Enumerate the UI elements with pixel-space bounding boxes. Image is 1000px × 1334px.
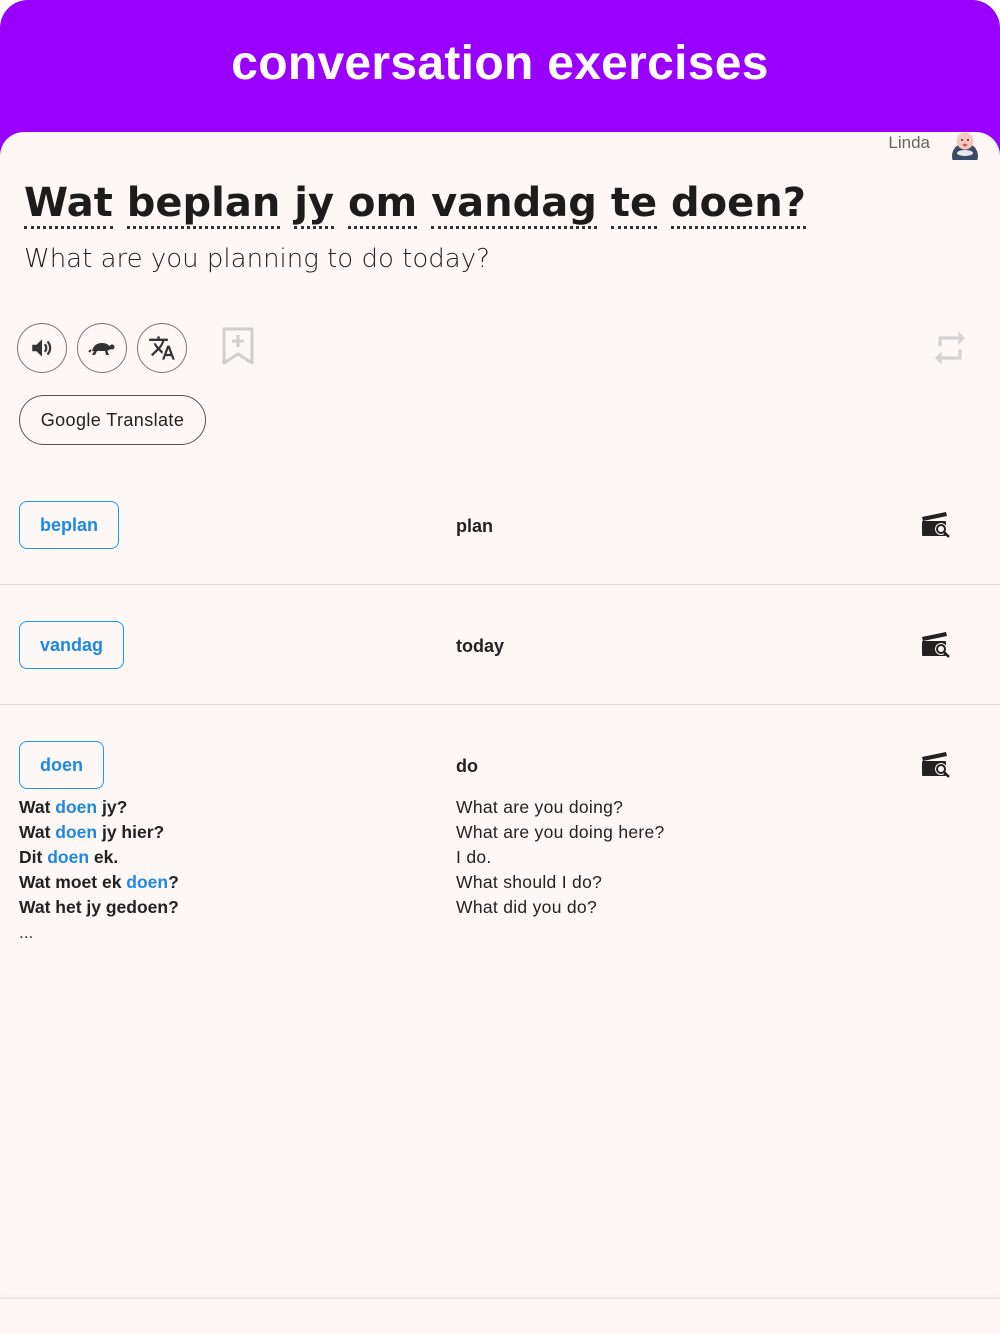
example-translation: I do. <box>456 847 492 867</box>
google-translate-button[interactable]: Google Translate <box>19 395 206 445</box>
page-title: conversation exercises <box>231 36 769 90</box>
example-sentence: Wat moet ek doen? <box>19 872 179 892</box>
sentence-translation: What are you planning to do today? <box>24 244 490 274</box>
video-search-icon[interactable] <box>921 631 951 659</box>
vocab-meaning: today <box>456 636 505 656</box>
turtle-icon <box>88 343 115 355</box>
avatar <box>952 132 978 160</box>
example-sentences: Wat doen jy? Wat doen jy hier? Dit doen … <box>19 795 179 920</box>
main-content: Linda Wat beplan jy om vandag te doen? W… <box>0 132 1000 1298</box>
vocab-word-chip[interactable]: doen <box>19 741 104 789</box>
sentence-word[interactable]: te <box>610 180 658 229</box>
video-search-icon[interactable] <box>921 751 951 779</box>
vocab-row: beplan plan <box>0 468 1000 585</box>
audio-controls <box>17 323 255 373</box>
vocab-word-chip[interactable]: vandag <box>19 621 125 669</box>
repeat-button[interactable] <box>930 328 970 373</box>
volume-icon <box>32 339 52 357</box>
conversation-partner: Linda <box>888 126 982 160</box>
sentence-word[interactable]: beplan <box>126 180 281 229</box>
bookmark-add-icon <box>222 327 254 364</box>
example-translation: What should I do? <box>456 872 603 892</box>
translate-icon <box>149 336 175 360</box>
vocab-row: vandag today <box>0 585 1000 705</box>
sentence-word[interactable]: Wat <box>24 180 113 229</box>
example-translation: What are you doing here? <box>456 822 665 842</box>
speak-button[interactable] <box>17 323 67 373</box>
example-translations: What are you doing? What are you doing h… <box>456 795 665 920</box>
partner-name: Linda <box>888 133 930 152</box>
example-translation: What are you doing? <box>456 797 624 817</box>
vocab-word-chip[interactable]: beplan <box>19 501 120 549</box>
repeat-icon <box>935 331 965 365</box>
app-window: conversation exercises Linda Wat beplan … <box>0 0 1000 1334</box>
vocab-meaning: do <box>456 756 478 776</box>
example-sentence: Wat het jy gedoen? <box>19 897 179 917</box>
sentence-word[interactable]: vandag <box>431 180 597 229</box>
slow-speak-button[interactable] <box>77 323 127 373</box>
example-sentence: Wat doen jy? <box>19 797 128 817</box>
sentence-word[interactable]: om <box>348 180 418 229</box>
bottom-bar <box>0 1298 1000 1334</box>
example-sentence: Dit doen ek. <box>19 847 119 867</box>
video-search-icon[interactable] <box>921 511 951 539</box>
example-translation: What did you do? <box>456 897 597 917</box>
sentence-word[interactable]: doen? <box>671 180 806 229</box>
app-header: conversation exercises <box>0 0 1000 132</box>
sentence-word[interactable]: jy <box>294 180 335 229</box>
sentence-afrikaans: Wat beplan jy om vandag te doen? <box>24 180 806 229</box>
translate-button[interactable] <box>137 323 187 373</box>
example-sentence: Wat doen jy hier? <box>19 822 165 842</box>
more-examples-ellipsis[interactable]: ... <box>19 923 33 943</box>
bookmark-button[interactable] <box>221 326 255 371</box>
vocab-meaning: plan <box>456 516 494 536</box>
